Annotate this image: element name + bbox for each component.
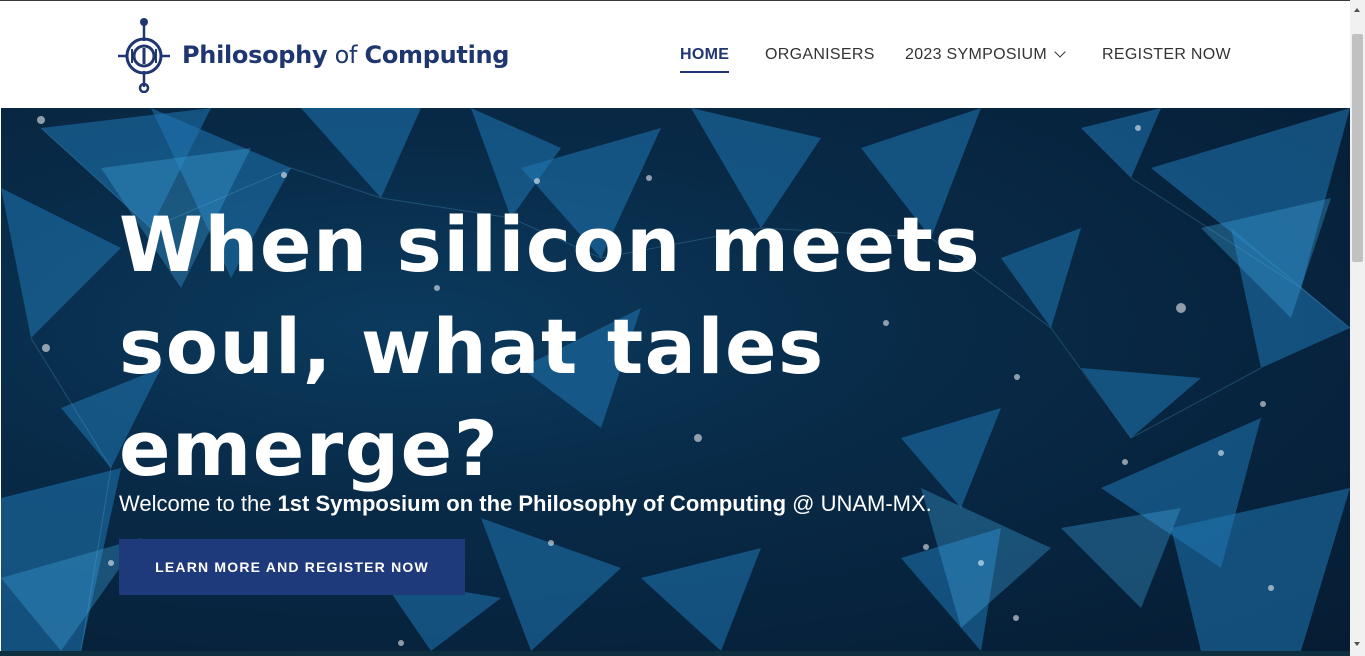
next-section-edge <box>0 651 1350 656</box>
nav-2023-symposium[interactable]: 2023 SYMPOSIUM <box>905 46 1066 64</box>
nav-register-now[interactable]: REGISTER NOW <box>1102 46 1231 64</box>
hero-subtitle-pre: Welcome to the <box>119 491 278 516</box>
vertical-scrollbar[interactable] <box>1350 0 1365 656</box>
site-header: Philosophy of Computing HOME ORGANISERS … <box>0 1 1350 108</box>
hero-headline: When silicon meets soul, what tales emer… <box>119 200 982 493</box>
hero-subtitle: Welcome to the 1st Symposium on the Phil… <box>119 491 932 517</box>
nav-2023-symposium-label: 2023 SYMPOSIUM <box>905 46 1048 63</box>
scrollbar-thumb[interactable] <box>1352 34 1363 262</box>
hero-subtitle-bold: 1st Symposium on the Philosophy of Compu… <box>277 491 787 516</box>
scroll-up-arrow-icon[interactable] <box>1354 8 1360 12</box>
learn-more-register-button[interactable]: LEARN MORE AND REGISTER NOW <box>119 539 465 595</box>
hero-section: When silicon meets soul, what tales emer… <box>1 108 1350 651</box>
main-nav: HOME ORGANISERS 2023 SYMPOSIUM REGISTER … <box>0 46 1350 73</box>
chevron-down-icon[interactable] <box>1054 46 1066 58</box>
hero-subtitle-post: @ UNAM-MX. <box>786 491 932 516</box>
scroll-down-arrow-icon[interactable] <box>1354 642 1360 646</box>
nav-organisers[interactable]: ORGANISERS <box>765 46 875 64</box>
nav-home[interactable]: HOME <box>680 46 730 73</box>
